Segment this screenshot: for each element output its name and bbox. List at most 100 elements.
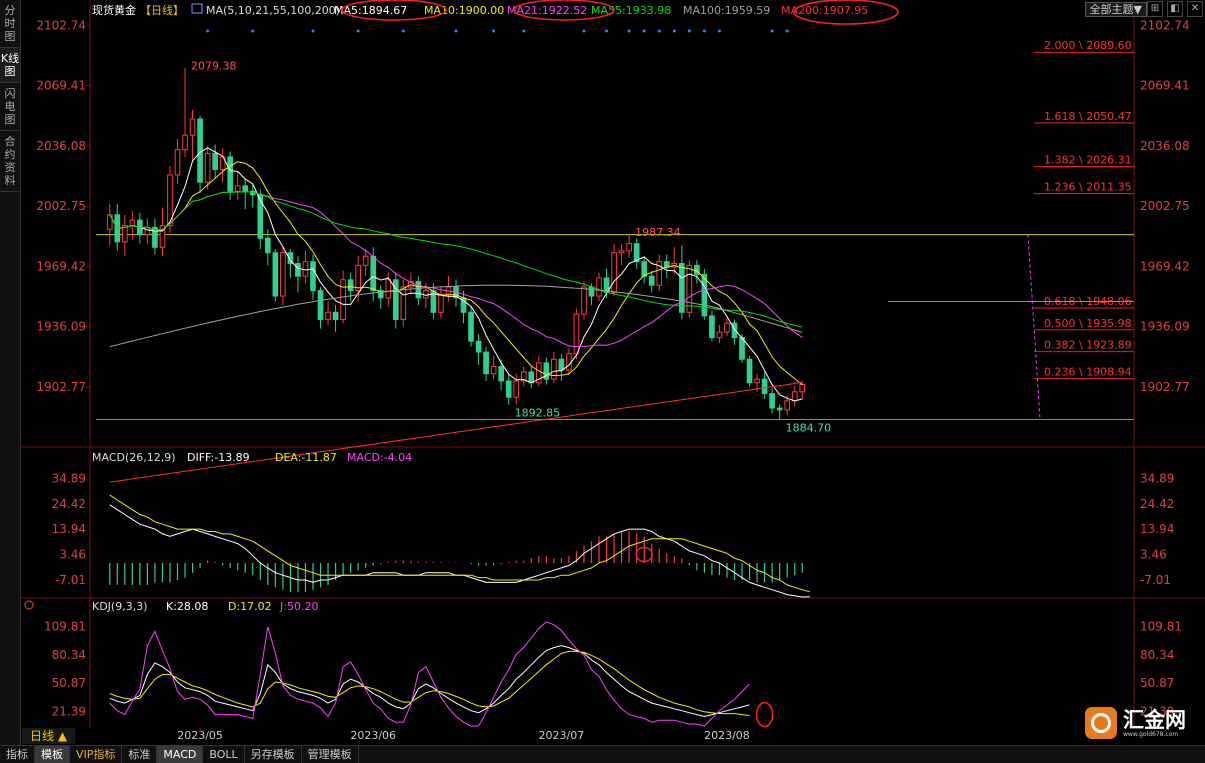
candle-up [611,252,617,293]
candle-up [573,313,580,355]
candle-up [385,279,392,299]
macd-header-item: DIFF:-13.89 [187,451,250,464]
candle-up [174,149,181,176]
macd-y-label-left: 3.46 [59,548,86,562]
candle-down [588,286,595,297]
candle-down [468,311,474,342]
ma-header-item: MA55:1933.98 [591,4,671,17]
signal-dot [642,29,646,33]
candle-up [355,264,361,292]
candle-down [317,290,324,321]
candle-down [558,358,565,371]
candle-up [596,277,602,297]
macd-header-item: DEA:-11.87 [275,451,337,464]
signal-dot [251,29,255,33]
y-axis-label-right: 1902.77 [1140,380,1190,394]
candle-up [362,255,369,266]
macd-y-label-right: 34.89 [1140,471,1174,485]
period-selector[interactable]: 日线 ▲ [22,728,76,744]
signal-dot [702,29,706,33]
tab-save-template[interactable]: 另存模板 [245,746,302,763]
candle-down [197,118,203,183]
macd-y-label-right: 13.94 [1140,522,1174,536]
candle-up [280,252,286,297]
candle-down [332,311,339,321]
macd-y-label-right: 24.42 [1140,497,1174,511]
ma-settings-icon [191,3,203,14]
signal-dot [687,29,691,33]
y-axis-label-right: 1936.09 [1140,320,1190,334]
fib-label: 1.236 \ 2011.35 [1044,181,1132,194]
candle-down [212,152,218,171]
candle-up [423,290,429,299]
macd-y-label-right: 3.46 [1140,548,1167,562]
tab-manage-template[interactable]: 管理模板 [302,746,359,763]
ma-header-item: MA(5,10,21,55,100,200) [206,4,340,17]
fib-label: 0.382 \ 1923.89 [1044,339,1132,352]
candle-up [791,391,798,402]
instrument-name: 现货黄金 [92,3,136,17]
candle-up [566,353,572,371]
tab-vip-indicator[interactable]: VIP指标 [70,746,123,763]
candle-up [129,219,136,227]
close-icon[interactable]: ✕ [1187,1,1203,17]
ma-header-item: MA100:1959.59 [683,4,770,17]
kdj-header-item: D:17.02 [228,600,272,613]
top-controls: 全部主题▼ [1084,2,1147,17]
fib-label: 1.618 \ 2050.47 [1044,110,1132,123]
kdj-header-item: KDJ(9,3,3) [92,600,148,613]
tab-standard[interactable]: 标准 [122,746,158,763]
theme-dropdown[interactable]: 全部主题▼ [1084,2,1147,17]
price-annotation: 1987.34 [635,226,681,239]
candle-down [678,263,685,313]
signal-dot [672,29,676,33]
fib-label: 2.000 \ 2089.60 [1044,39,1132,52]
candle-up [182,134,188,151]
kdj-y-label-right: 109.81 [1140,620,1182,634]
candle-down [370,255,377,292]
tab-indicator[interactable]: 指标 [0,746,35,763]
fib-label: 1.382 \ 2026.31 [1044,154,1132,167]
y-axis-label-left: 1902.77 [36,380,86,394]
candle-down [746,358,753,384]
y-axis-label-left: 1936.09 [36,320,86,334]
signal-dot [582,29,586,33]
candle-down [769,393,775,409]
candle-up [551,358,557,380]
kdj-y-label-left: 80.34 [52,648,86,662]
candle-down [709,315,715,339]
signal-dot [657,29,661,33]
signal-dot [311,29,315,33]
candle-up [438,293,444,313]
kdj-y-label-left: 21.39 [52,704,86,718]
kdj-j-line [109,621,750,727]
signal-dot [356,29,360,33]
kdj-header-item: J:50.20 [279,600,318,613]
candle-down [528,371,535,384]
logo-name: 汇金网 [1123,707,1186,732]
candle-down [641,261,648,277]
split-icon[interactable]: ◧ [1167,1,1183,17]
candle-up [724,322,730,333]
candle-down [415,281,422,299]
candle-up [234,185,241,192]
macd-header-item: MACD:-4.04 [347,451,412,464]
macd-diff-line [109,504,810,598]
candle-up [581,286,587,315]
price-annotation: 2079.38 [191,60,237,73]
signal-dot [206,29,210,33]
candle-up [490,366,497,375]
price-annotation: 1892.85 [515,407,561,420]
tab-macd[interactable]: MACD [157,746,204,763]
layout-icon[interactable]: ⊞ [1147,1,1163,17]
macd-header-item: MACD(26,12,9) [92,451,176,464]
candle-down [347,279,354,292]
candle-up [626,243,632,252]
tab-boll[interactable]: BOLL [203,746,245,763]
candle-down [731,322,738,339]
kdj-d-line [109,650,750,716]
candle-up [400,286,407,321]
signal-dot [785,29,789,33]
chart-area[interactable]: 2102.74 2102.74 2069.41 2069.41 2036.08 2036.… [0,0,1205,745]
tab-template[interactable]: 模板 [35,746,70,763]
